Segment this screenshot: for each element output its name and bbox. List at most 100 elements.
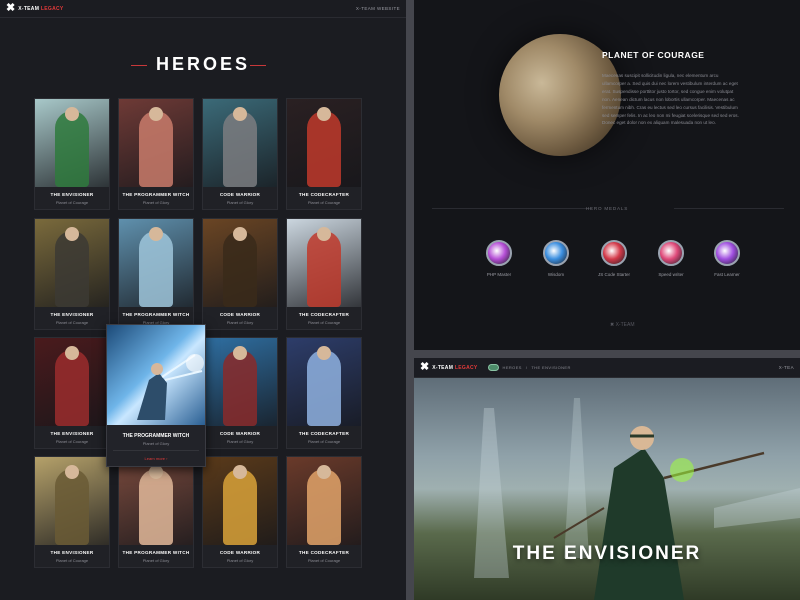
- breadcrumb-separator: /: [525, 365, 528, 370]
- hero-head: [233, 227, 247, 241]
- hero-planet: Planet of Glory: [226, 439, 254, 444]
- title-line-right: [250, 65, 266, 66]
- hero-image: [35, 219, 109, 307]
- hero-name: CODE WARRIOR: [219, 431, 261, 436]
- medal-item[interactable]: PHP Master: [474, 240, 524, 277]
- medal-item[interactable]: JS Code Starter: [589, 240, 639, 277]
- hero-detail-panel: ✖ X-TEAM LEGACY HEROES / THE ENVISIONER …: [414, 358, 800, 600]
- hero-card[interactable]: THE PROGRAMMER WITCH Planet of Glory: [118, 456, 194, 568]
- hero-card[interactable]: THE ENVISIONER Planet of Courage: [34, 337, 110, 449]
- hero-figure: [223, 111, 257, 187]
- hero-card[interactable]: THE CODECRAFTER Planet of Courage: [286, 456, 362, 568]
- hero-image: [203, 457, 277, 545]
- breadcrumb: HEROES / THE ENVISIONER: [487, 364, 571, 371]
- hero-figure: [55, 111, 89, 187]
- hero-head: [65, 227, 79, 241]
- hero-card[interactable]: THE PROGRAMMER WITCHPlanet of Glory: [118, 98, 194, 210]
- medal-icon: [714, 240, 740, 266]
- hero-image: [35, 457, 109, 545]
- hero-head: [233, 107, 247, 121]
- hero-figure: [223, 469, 257, 545]
- hero-image: [203, 219, 277, 307]
- medal-item[interactable]: Wisdom: [531, 240, 581, 277]
- hero-image: [119, 219, 193, 307]
- hero-card[interactable]: THE CODECRAFTER Planet of Courage: [286, 218, 362, 330]
- hero-planet: Planet of Glory: [142, 558, 170, 563]
- hero-head: [149, 465, 163, 479]
- hero-image: [35, 99, 109, 187]
- hero-planet: Planet of Glory: [226, 320, 254, 325]
- hero-name: THE PROGRAMMER WITCH: [122, 550, 190, 555]
- medal-name: Fast Learner: [714, 272, 740, 277]
- hero-card[interactable]: THE ENVISIONER Planet of Courage: [34, 218, 110, 330]
- medal-name: JS Code Starter: [597, 272, 630, 277]
- hero-card[interactable]: THE ENVISIONER Planet of Courage: [34, 456, 110, 568]
- top-bar: ✖ X-TEAM LEGACY X-TEAM WEBSITE: [0, 0, 406, 18]
- website-link[interactable]: X-TEA: [779, 365, 794, 370]
- hero-card[interactable]: THE CODECRAFTER Planet of Courage: [286, 98, 362, 210]
- brand-logo[interactable]: ✖ X-TEAM LEGACY: [6, 3, 64, 14]
- hero-name: THE PROGRAMMER WITCH: [122, 312, 190, 317]
- heroes-panel: ✖ X-TEAM LEGACY X-TEAM WEBSITE HEROES TH…: [0, 0, 406, 600]
- hero-planet: Planet of Courage: [307, 320, 341, 325]
- page-title: HEROES: [155, 54, 251, 74]
- medals-line-right: [674, 208, 784, 209]
- hero-image: [119, 457, 193, 545]
- medal-name: PHP Master: [486, 272, 512, 277]
- medal-icon: [543, 240, 569, 266]
- hero-name: CODE WARRIOR: [219, 312, 261, 317]
- hero-planet: Planet of Courage: [55, 439, 89, 444]
- hero-head: [317, 107, 331, 121]
- brand-sub: LEGACY: [454, 364, 478, 371]
- hero-planet: Planet of Glory: [226, 200, 254, 205]
- hero-title: THE ENVISIONER: [512, 543, 702, 564]
- hero-name: THE PROGRAMMER WITCH: [122, 433, 190, 439]
- medal-item[interactable]: Speed writer: [646, 240, 696, 277]
- planet-panel: PLANET OF COURAGE Maecenas suscipit soll…: [414, 0, 800, 350]
- learn-more-link[interactable]: Learn more ›: [107, 456, 205, 461]
- hero-name: THE CODECRAFTER: [298, 431, 350, 436]
- hero-image: [203, 338, 277, 426]
- medal-icon: [601, 240, 627, 266]
- hero-name: THE CODECRAFTER: [298, 312, 350, 317]
- hero-head: [233, 465, 247, 479]
- hero-planet: Planet of Glory: [226, 558, 254, 563]
- hero-card[interactable]: CODE WARRIOR Planet of Glory: [202, 218, 278, 330]
- divider: [113, 450, 199, 451]
- hero-head: [65, 346, 79, 360]
- footer-logo: ✖ X-TEAM: [610, 322, 634, 328]
- hero-figure: [55, 231, 89, 307]
- hero-scene-image: [414, 378, 800, 600]
- hero-card[interactable]: THE PROGRAMMER WITCHPlanet of Glory: [118, 218, 194, 330]
- hero-hover-card[interactable]: THE PROGRAMMER WITCH Planet of Glory Lea…: [106, 324, 206, 467]
- hero-name: THE ENVISIONER: [50, 192, 94, 197]
- hero-head: [233, 346, 247, 360]
- hero-name: CODE WARRIOR: [219, 550, 261, 555]
- hero-figure: [139, 469, 173, 545]
- hero-figure: [139, 111, 173, 187]
- brand-logo[interactable]: ✖ X-TEAM LEGACY: [420, 362, 478, 373]
- hero-planet: Planet of Courage: [55, 200, 89, 205]
- hero-figure: [55, 469, 89, 545]
- brand-name: X-TEAM: [18, 5, 40, 12]
- hero-card[interactable]: THE CODECRAFTER Planet of Courage: [286, 337, 362, 449]
- breadcrumb-heroes[interactable]: HEROES: [503, 365, 522, 370]
- x-logo-icon: ✖: [420, 361, 430, 373]
- hero-planet: Planet of Glory: [142, 200, 170, 205]
- hero-head: [149, 107, 163, 121]
- x-logo-icon: ✖: [6, 2, 16, 14]
- website-link[interactable]: X-TEAM WEBSITE: [356, 6, 400, 11]
- detail-top-bar: ✖ X-TEAM LEGACY HEROES / THE ENVISIONER …: [414, 358, 800, 378]
- medal-icon: [486, 240, 512, 266]
- hero-card[interactable]: THE ENVISIONER Planet of Courage: [34, 98, 110, 210]
- hero-head: [65, 465, 79, 479]
- hero-image: [287, 219, 361, 307]
- hero-image: [287, 338, 361, 426]
- hero-card[interactable]: CODE WARRIOR Planet of Glory: [202, 98, 278, 210]
- hero-name: THE ENVISIONER: [50, 431, 94, 436]
- hero-card[interactable]: CODE WARRIOR Planet of Glory: [202, 456, 278, 568]
- medal-item[interactable]: Fast Learner: [702, 240, 752, 277]
- hero-card[interactable]: CODE WARRIOR Planet of Glory: [202, 337, 278, 449]
- hero-image: [203, 99, 277, 187]
- hero-image: [287, 457, 361, 545]
